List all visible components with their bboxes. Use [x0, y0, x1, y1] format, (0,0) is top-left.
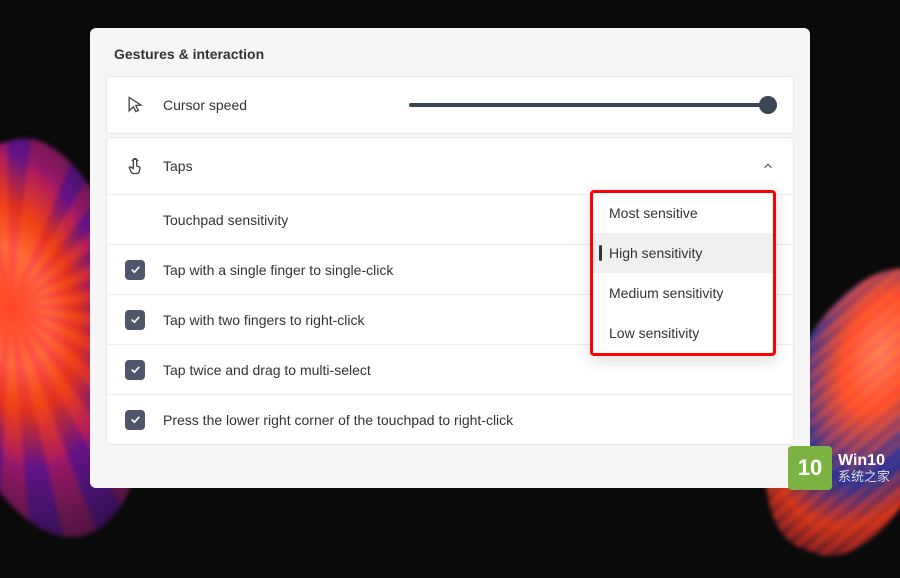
tap-icon — [125, 156, 145, 176]
watermark-badge-text: 10 — [798, 455, 822, 481]
watermark-line2: 系统之家 — [838, 470, 890, 484]
tap-twice-drag-checkbox[interactable] — [125, 360, 145, 380]
cursor-speed-row: Cursor speed — [107, 77, 793, 133]
tap-single-finger-label: Tap with a single finger to single-click — [163, 262, 393, 278]
watermark-badge: 10 — [788, 446, 832, 490]
tap-single-finger-checkbox[interactable] — [125, 260, 145, 280]
watermark-text: Win10 系统之家 — [838, 452, 890, 484]
watermark-line1: Win10 — [838, 452, 890, 470]
cursor-speed-label: Cursor speed — [163, 97, 247, 113]
cursor-speed-slider[interactable] — [409, 103, 769, 107]
chevron-up-icon — [761, 159, 775, 173]
section-title: Gestures & interaction — [90, 28, 810, 76]
slider-thumb[interactable] — [759, 96, 777, 114]
tap-twice-drag-label: Tap twice and drag to multi-select — [163, 362, 371, 378]
watermark: 10 Win10 系统之家 — [788, 446, 890, 490]
tap-two-fingers-label: Tap with two fingers to right-click — [163, 312, 365, 328]
lower-right-corner-checkbox[interactable] — [125, 410, 145, 430]
taps-label: Taps — [163, 158, 193, 174]
sensitivity-option-low[interactable]: Low sensitivity — [593, 313, 773, 353]
lower-right-corner-row: Press the lower right corner of the touc… — [107, 394, 793, 444]
cursor-speed-card: Cursor speed — [106, 76, 794, 134]
sensitivity-option-medium[interactable]: Medium sensitivity — [593, 273, 773, 313]
cursor-icon — [125, 95, 145, 115]
sensitivity-option-most[interactable]: Most sensitive — [593, 193, 773, 233]
sensitivity-option-high[interactable]: High sensitivity — [593, 233, 773, 273]
settings-panel: Gestures & interaction Cursor speed Taps — [90, 28, 810, 488]
tap-two-fingers-checkbox[interactable] — [125, 310, 145, 330]
taps-header[interactable]: Taps — [107, 138, 793, 194]
touchpad-sensitivity-label: Touchpad sensitivity — [163, 212, 288, 228]
lower-right-corner-label: Press the lower right corner of the touc… — [163, 412, 513, 428]
sensitivity-dropdown: Most sensitive High sensitivity Medium s… — [590, 190, 776, 356]
